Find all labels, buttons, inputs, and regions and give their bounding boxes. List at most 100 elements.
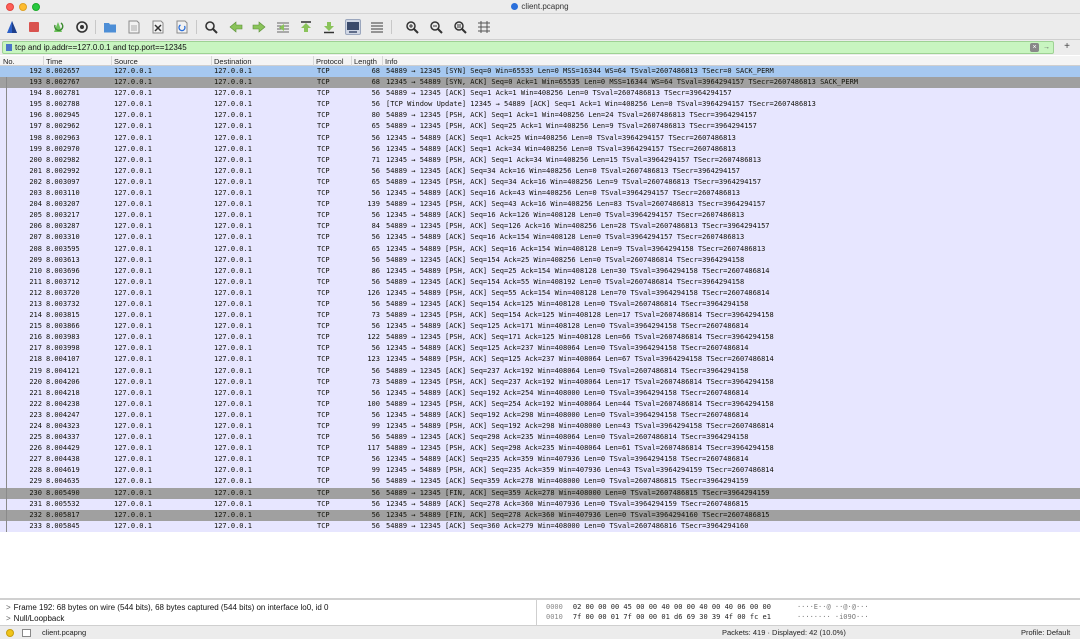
packet-row[interactable]: 209 8.003613 127.0.0.1 127.0.0.1 TCP 56 54889 … <box>0 254 1080 266</box>
open-file-icon[interactable] <box>102 19 118 35</box>
save-file-icon[interactable] <box>126 19 142 35</box>
status-profile[interactable]: Profile: Default <box>1021 628 1070 637</box>
packet-details-pane[interactable]: > Frame 192: 68 bytes on wire (544 bits),… <box>0 600 537 625</box>
packet-row[interactable]: 216 8.003983 127.0.0.1 127.0.0.1 TCP 122 54889… <box>0 332 1080 344</box>
packet-length-cell: 56 <box>371 433 380 442</box>
column-header-time[interactable]: Time <box>46 57 62 66</box>
column-header-protocol[interactable]: Protocol <box>316 57 344 66</box>
packet-row[interactable]: 195 8.002788 127.0.0.1 127.0.0.1 TCP 56 [TCP W… <box>0 99 1080 111</box>
go-to-packet-icon[interactable] <box>275 19 291 35</box>
packet-row[interactable]: 219 8.004121 127.0.0.1 127.0.0.1 TCP 56 54889 … <box>0 365 1080 377</box>
packet-row[interactable]: 192 8.002657 127.0.0.1 127.0.0.1 TCP 68 54889 … <box>0 66 1080 78</box>
packet-row[interactable]: 230 8.005490 127.0.0.1 127.0.0.1 TCP 56 54889 … <box>0 487 1080 499</box>
expert-info-icon[interactable] <box>6 629 14 637</box>
packet-row[interactable]: 220 8.004206 127.0.0.1 127.0.0.1 TCP 73 54889 … <box>0 376 1080 388</box>
clear-filter-icon[interactable]: × <box>1030 43 1039 52</box>
apply-filter-icon[interactable]: → <box>1042 43 1051 52</box>
shark-fin-start-icon[interactable] <box>4 19 20 35</box>
packet-row[interactable]: 196 8.002945 127.0.0.1 127.0.0.1 TCP 80 54889 … <box>0 110 1080 122</box>
column-separator[interactable] <box>111 56 112 66</box>
packet-row[interactable]: 231 8.005532 127.0.0.1 127.0.0.1 TCP 56 12345 … <box>0 498 1080 510</box>
packet-row[interactable]: 217 8.003998 127.0.0.1 127.0.0.1 TCP 56 12345 … <box>0 343 1080 355</box>
zoom-normal-icon[interactable] <box>452 19 468 35</box>
packet-bytes-pane[interactable]: 0000 02 00 00 00 45 00 00 40 00 00 40 00 … <box>540 600 1080 625</box>
column-separator[interactable] <box>43 56 44 66</box>
packet-row[interactable]: 227 8.004438 127.0.0.1 127.0.0.1 TCP 56 12345 … <box>0 454 1080 466</box>
packet-row[interactable]: 202 8.003097 127.0.0.1 127.0.0.1 TCP 65 54889 … <box>0 176 1080 189</box>
packet-row[interactable]: 222 8.004238 127.0.0.1 127.0.0.1 TCP 100 54889… <box>0 398 1080 410</box>
packet-row[interactable]: 203 8.003110 127.0.0.1 127.0.0.1 TCP 56 12345 … <box>0 188 1080 200</box>
column-header-no[interactable]: No. <box>3 57 15 66</box>
go-first-icon[interactable] <box>298 19 314 35</box>
packet-row[interactable]: 204 8.003207 127.0.0.1 127.0.0.1 TCP 139 54889… <box>0 199 1080 211</box>
packet-row[interactable]: 228 8.004619 127.0.0.1 127.0.0.1 TCP 99 12345 … <box>0 465 1080 477</box>
column-header-length[interactable]: Length <box>354 57 377 66</box>
bytes-line[interactable]: 0010 7f 00 00 01 7f 00 00 01 d6 69 30 39 … <box>546 613 869 621</box>
capture-comment-icon[interactable] <box>22 629 31 637</box>
packet-row[interactable]: 223 8.004247 127.0.0.1 127.0.0.1 TCP 56 12345 … <box>0 409 1080 421</box>
column-separator[interactable] <box>382 56 383 66</box>
column-header-source[interactable]: Source <box>114 57 138 66</box>
packet-row[interactable]: 201 8.002992 127.0.0.1 127.0.0.1 TCP 56 54889 … <box>0 165 1080 177</box>
column-separator[interactable] <box>211 56 212 66</box>
expand-arrow-icon[interactable]: > <box>6 614 11 623</box>
conversation-tree-line <box>6 498 7 510</box>
autoscroll-icon[interactable] <box>345 19 361 35</box>
resize-columns-icon[interactable] <box>476 19 492 35</box>
packet-time-cell: 8.002788 <box>46 100 80 109</box>
packet-row[interactable]: 232 8.005817 127.0.0.1 127.0.0.1 TCP 56 12345 … <box>0 509 1080 521</box>
display-filter-input[interactable]: tcp and ip.addr==127.0.0.1 and tcp.port=… <box>2 41 1054 54</box>
packet-row[interactable]: 194 8.002781 127.0.0.1 127.0.0.1 TCP 56 54889 … <box>0 88 1080 100</box>
packet-no-cell: 194 <box>29 89 42 98</box>
packet-no-cell: 196 <box>29 111 42 120</box>
go-back-icon[interactable] <box>228 19 244 35</box>
packet-row[interactable]: 211 8.003712 127.0.0.1 127.0.0.1 TCP 56 54889 … <box>0 276 1080 288</box>
packet-row[interactable]: 198 8.002963 127.0.0.1 127.0.0.1 TCP 56 12345 … <box>0 132 1080 144</box>
packet-row[interactable]: 233 8.005845 127.0.0.1 127.0.0.1 TCP 56 54889 … <box>0 520 1080 532</box>
packet-row[interactable]: 224 8.004323 127.0.0.1 127.0.0.1 TCP 99 12345 … <box>0 421 1080 433</box>
capture-options-icon[interactable] <box>74 19 90 35</box>
packet-row[interactable]: 215 8.003866 127.0.0.1 127.0.0.1 TCP 56 12345 … <box>0 321 1080 333</box>
packet-row[interactable]: 193 8.002767 127.0.0.1 127.0.0.1 TCP 68 12345 … <box>0 77 1080 89</box>
display-filter-text[interactable]: tcp and ip.addr==127.0.0.1 and tcp.port=… <box>15 43 187 52</box>
packet-row[interactable]: 221 8.004218 127.0.0.1 127.0.0.1 TCP 56 12345 … <box>0 387 1080 399</box>
packet-row[interactable]: 214 8.003815 127.0.0.1 127.0.0.1 TCP 73 54889 … <box>0 310 1080 322</box>
packet-row[interactable]: 205 8.003217 127.0.0.1 127.0.0.1 TCP 56 12345 … <box>0 210 1080 222</box>
packet-list[interactable]: No. Time Source Destination Protocol Len… <box>0 56 1080 598</box>
column-separator[interactable] <box>313 56 314 66</box>
column-header-info[interactable]: Info <box>385 57 398 66</box>
packet-row[interactable]: 200 8.002982 127.0.0.1 127.0.0.1 TCP 71 12345 … <box>0 154 1080 166</box>
bytes-line[interactable]: 0000 02 00 00 00 45 00 00 40 00 00 40 00 … <box>546 603 869 611</box>
go-forward-icon[interactable] <box>251 19 267 35</box>
packet-source-cell: 127.0.0.1 <box>114 399 152 408</box>
add-filter-button[interactable]: + <box>1060 41 1074 53</box>
bookmark-icon[interactable] <box>6 44 12 51</box>
packet-row[interactable]: 226 8.004429 127.0.0.1 127.0.0.1 TCP 117 54889… <box>0 443 1080 455</box>
packet-row[interactable]: 208 8.003595 127.0.0.1 127.0.0.1 TCP 65 12345 … <box>0 243 1080 255</box>
packet-row[interactable]: 212 8.003720 127.0.0.1 127.0.0.1 TCP 126 12345… <box>0 287 1080 299</box>
detail-frame-line[interactable]: > Frame 192: 68 bytes on wire (544 bits),… <box>6 603 329 612</box>
zoom-in-icon[interactable] <box>404 19 420 35</box>
expand-arrow-icon[interactable]: > <box>6 603 11 612</box>
restart-capture-icon[interactable] <box>50 19 66 35</box>
packet-row[interactable]: 225 8.004337 127.0.0.1 127.0.0.1 TCP 56 54889 … <box>0 432 1080 444</box>
detail-null-line[interactable]: > Null/Loopback <box>6 614 64 623</box>
packet-row[interactable]: 206 8.003287 127.0.0.1 127.0.0.1 TCP 84 54889 … <box>0 221 1080 233</box>
packet-row[interactable]: 207 8.003310 127.0.0.1 127.0.0.1 TCP 56 12345 … <box>0 232 1080 244</box>
reload-file-icon[interactable] <box>174 19 190 35</box>
find-packet-icon[interactable] <box>203 19 219 35</box>
packet-row[interactable]: 218 8.004107 127.0.0.1 127.0.0.1 TCP 123 12345… <box>0 354 1080 366</box>
packet-row[interactable]: 229 8.004635 127.0.0.1 127.0.0.1 TCP 56 54889 … <box>0 476 1080 488</box>
column-separator[interactable] <box>351 56 352 66</box>
packet-row[interactable]: 213 8.003732 127.0.0.1 127.0.0.1 TCP 56 54889 … <box>0 298 1080 311</box>
packet-row[interactable]: 197 8.002962 127.0.0.1 127.0.0.1 TCP 65 54889 … <box>0 121 1080 133</box>
colorize-icon[interactable] <box>369 19 385 35</box>
go-last-icon[interactable] <box>321 19 337 35</box>
packet-row[interactable]: 199 8.002970 127.0.0.1 127.0.0.1 TCP 56 12345 … <box>0 143 1080 155</box>
column-header-destination[interactable]: Destination <box>214 57 252 66</box>
packet-row[interactable]: 210 8.003696 127.0.0.1 127.0.0.1 TCP 86 12345 … <box>0 265 1080 277</box>
stop-capture-icon[interactable] <box>26 19 42 35</box>
zoom-out-icon[interactable] <box>428 19 444 35</box>
packet-rows: 192 8.002657 127.0.0.1 127.0.0.1 TCP 68 54889 … <box>0 66 1080 532</box>
close-file-icon[interactable] <box>150 19 166 35</box>
